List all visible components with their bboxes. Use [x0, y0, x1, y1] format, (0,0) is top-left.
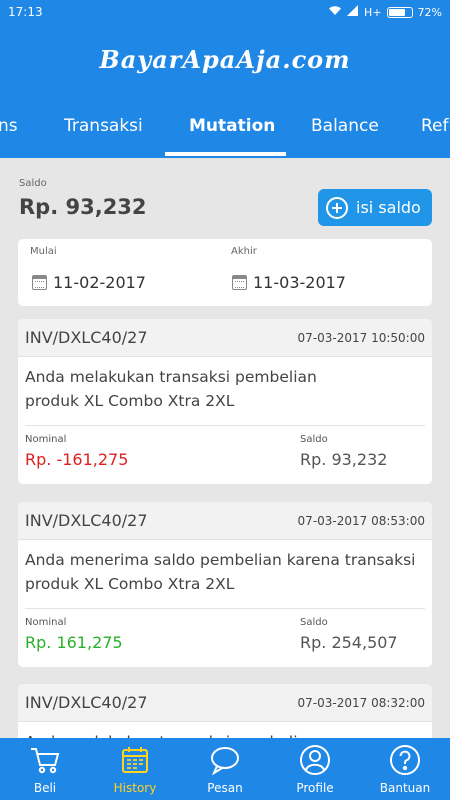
nominal-label: Nominal — [25, 434, 67, 445]
transaction-desc-line: produk XL Combo Xtra 2XL — [25, 392, 235, 410]
status-bar: 17:13 H+ 72% — [0, 0, 450, 24]
saldo-label: Saldo — [300, 617, 328, 628]
transaction-header: INV/DXLC40/27 07-03-2017 08:53:00 — [18, 502, 432, 540]
tab-indicator — [165, 152, 286, 156]
plus-circle-icon — [326, 196, 348, 219]
transaction-datetime: 07-03-2017 08:32:00 — [297, 695, 425, 710]
mutation-content[interactable]: Saldo Rp. 93,232 isi saldo Mulai 11-02-2… — [0, 158, 450, 738]
tab-mutation[interactable]: Mutation — [189, 94, 275, 158]
end-date-label: Akhir — [231, 246, 257, 257]
wifi-icon — [328, 5, 342, 19]
nav-label: Pesan — [207, 781, 243, 795]
transaction-desc-line: Anda melakukan transaksi pembelian — [25, 368, 317, 386]
transaction-card[interactable]: INV/DXLC40/27 07-03-2017 10:50:00 Anda m… — [18, 319, 432, 484]
tab-partial-right[interactable]: Refu — [421, 94, 450, 158]
status-icons: H+ 72% — [328, 5, 442, 19]
transaction-header: INV/DXLC40/27 07-03-2017 08:32:00 — [18, 684, 432, 722]
start-date-label: Mulai — [30, 246, 57, 257]
transaction-amounts: Nominal Rp. 161,275 Saldo Rp. 254,507 — [18, 609, 432, 667]
nav-label: Bantuan — [379, 781, 431, 795]
topup-button[interactable]: isi saldo — [318, 189, 432, 226]
transaction-card[interactable]: INV/DXLC40/27 07-03-2017 08:32:00 Anda m… — [18, 684, 432, 738]
nominal-value: Rp. -161,275 — [25, 450, 129, 469]
nav-label: Profile — [296, 781, 334, 795]
saldo-value: Rp. 254,507 — [300, 633, 398, 652]
transaction-desc-line: Anda melakukan transaksi pembelian — [25, 730, 425, 738]
calendar-icon — [232, 275, 247, 290]
nav-profile[interactable]: Profile — [270, 738, 360, 800]
nominal-value: Rp. 161,275 — [25, 633, 123, 652]
transaction-amounts: Nominal Rp. -161,275 Saldo Rp. 93,232 — [18, 426, 432, 484]
help-icon — [390, 745, 420, 775]
calendar-icon — [32, 275, 47, 290]
nav-beli[interactable]: Beli — [0, 738, 90, 800]
transaction-desc-line: produk XL Combo Xtra 2XL — [25, 575, 235, 593]
transaction-header: INV/DXLC40/27 07-03-2017 10:50:00 — [18, 319, 432, 357]
transaction-description: Anda melakukan transaksi pembelian produ… — [18, 357, 432, 425]
tab-partial-left[interactable]: ns — [0, 94, 18, 158]
transaction-datetime: 07-03-2017 08:53:00 — [297, 513, 425, 528]
saldo-label: Saldo — [300, 434, 328, 445]
network-type: H+ — [364, 5, 382, 19]
signal-icon — [347, 5, 359, 19]
date-range-card: Mulai 11-02-2017 Akhir 11-03-2017 — [18, 239, 432, 306]
user-icon — [300, 745, 330, 775]
start-date-field[interactable]: 11-02-2017 — [32, 273, 146, 292]
status-time: 17:13 — [8, 5, 43, 19]
tab-bar: ns Transaksi Mutation Balance Refu — [0, 94, 450, 158]
transaction-card[interactable]: INV/DXLC40/27 07-03-2017 08:53:00 Anda m… — [18, 502, 432, 667]
transaction-invoice: INV/DXLC40/27 — [25, 693, 148, 712]
calendar-icon — [122, 747, 148, 773]
topup-label: isi saldo — [356, 198, 421, 217]
saldo-label: Saldo — [19, 178, 47, 189]
battery-icon — [386, 6, 413, 18]
app-header: BayarApaAja.com — [0, 24, 450, 94]
transaction-invoice: INV/DXLC40/27 — [25, 511, 148, 530]
tab-transaksi[interactable]: Transaksi — [64, 94, 143, 158]
battery-percent: 72% — [417, 5, 442, 19]
bottom-nav: Beli History Pesan Profile Bantuan — [0, 738, 450, 800]
transaction-desc-line: Anda menerima saldo pembelian karena tra… — [25, 551, 416, 569]
transaction-datetime: 07-03-2017 10:50:00 — [297, 330, 425, 345]
end-date-field[interactable]: 11-03-2017 — [232, 273, 346, 292]
cart-icon — [31, 748, 60, 774]
nav-history[interactable]: History — [90, 738, 180, 800]
nav-pesan[interactable]: Pesan — [180, 738, 270, 800]
nav-bantuan[interactable]: Bantuan — [360, 738, 450, 800]
saldo-value: Rp. 93,232 — [19, 195, 147, 219]
transaction-invoice: INV/DXLC40/27 — [25, 328, 148, 347]
transaction-description: Anda melakukan transaksi pembelian — [18, 722, 432, 738]
tab-balance[interactable]: Balance — [311, 94, 379, 158]
nominal-label: Nominal — [25, 617, 67, 628]
transaction-description: Anda menerima saldo pembelian karena tra… — [18, 540, 432, 608]
chat-icon — [211, 747, 239, 776]
start-date-value: 11-02-2017 — [53, 273, 146, 292]
saldo-value: Rp. 93,232 — [300, 450, 388, 469]
nav-label: Beli — [33, 781, 57, 795]
nav-label: History — [113, 781, 157, 795]
app-logo: BayarApaAja.com — [99, 44, 351, 74]
end-date-value: 11-03-2017 — [253, 273, 346, 292]
